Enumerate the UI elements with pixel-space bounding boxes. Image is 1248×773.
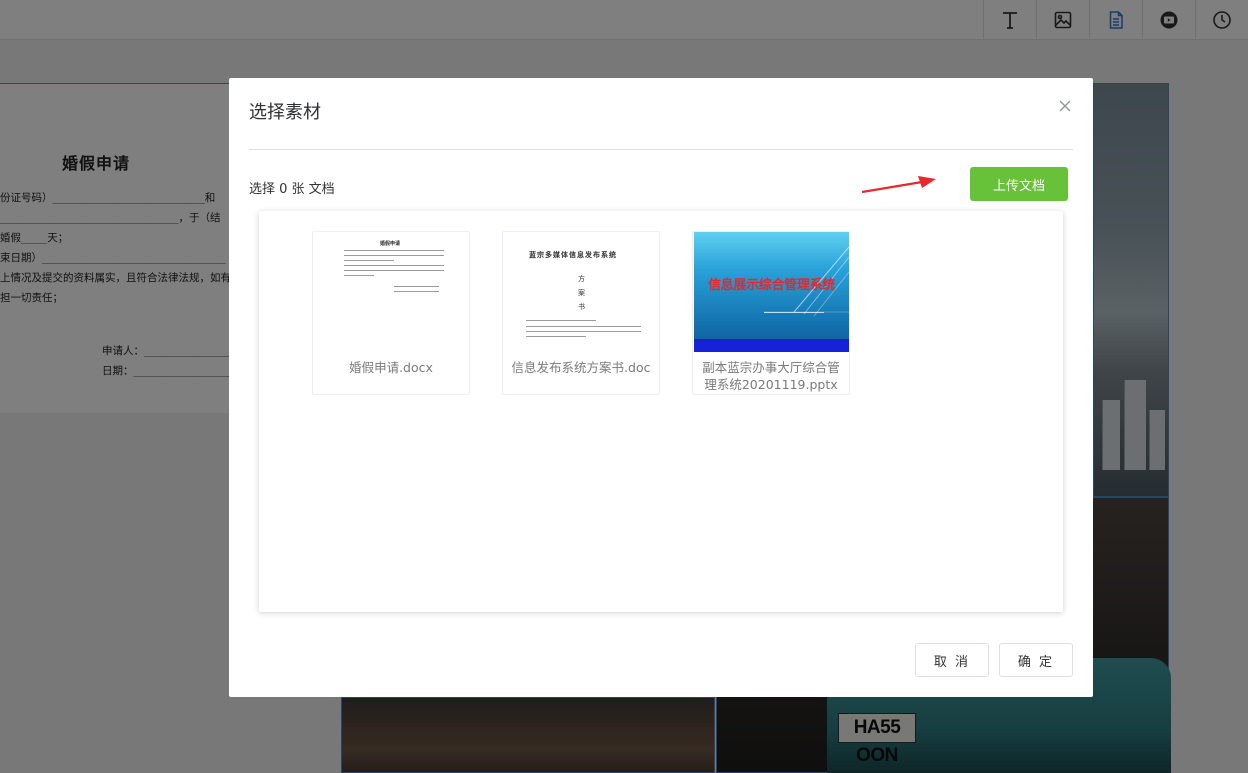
file-name: 副本蓝宗办事大厅综合管理系统20201119.pptx	[702, 360, 840, 392]
selected-count-text: 选择 0 张 文档	[249, 182, 335, 197]
thumb-line	[344, 265, 444, 266]
confirm-button[interactable]: 确 定	[999, 643, 1073, 677]
upload-document-button[interactable]: 上传文档	[970, 167, 1068, 201]
file-list-panel: 婚假申请 婚假申请.docx 蓝宗多媒体信息发布系统 方 案 书 信息发布系统方…	[259, 211, 1063, 612]
file-thumbnail: 婚假申请	[314, 232, 469, 352]
close-button[interactable]	[1055, 96, 1075, 116]
close-icon	[1059, 100, 1071, 112]
thumb-line	[764, 312, 824, 313]
file-thumbnail: 蓝宗多媒体信息发布系统 方 案 书	[504, 232, 659, 352]
thumb-line	[394, 286, 439, 287]
thumb-line	[344, 275, 374, 276]
dialog-divider	[249, 149, 1073, 150]
thumb-char: 方	[578, 275, 585, 283]
ppt-footer-bar	[694, 339, 849, 352]
thumb-line	[394, 291, 439, 292]
cancel-button[interactable]: 取 消	[915, 643, 989, 677]
file-name: 信息发布系统方案书.doc	[511, 360, 651, 375]
arrow-annotation-icon	[861, 176, 936, 194]
thumb-char: 案	[578, 289, 585, 297]
file-card-info-system-proposal[interactable]: 蓝宗多媒体信息发布系统 方 案 书 信息发布系统方案书.doc	[502, 231, 660, 395]
file-thumbnail: 信息展示综合管理系统	[694, 232, 849, 352]
select-material-dialog: 选择素材 选择 0 张 文档 上传文档 婚假申请 婚假申请.docx 蓝宗多媒体…	[229, 78, 1093, 697]
file-card-office-hall-system[interactable]: 信息展示综合管理系统 副本蓝宗办事大厅综合管理系统20201119.pptx	[692, 231, 850, 395]
thumb-line	[344, 270, 444, 271]
thumb-title: 蓝宗多媒体信息发布系统	[529, 250, 617, 259]
file-name: 婚假申请.docx	[349, 360, 433, 375]
dialog-title: 选择素材	[249, 102, 321, 123]
file-card-marriage-leave[interactable]: 婚假申请 婚假申请.docx	[312, 231, 470, 395]
thumb-line	[344, 260, 394, 261]
ppt-thumb-title: 信息展示综合管理系统	[707, 277, 835, 292]
thumb-line	[526, 326, 641, 327]
thumb-line	[344, 250, 444, 251]
thumb-char: 书	[578, 303, 585, 311]
thumb-line	[344, 255, 444, 256]
thumb-line	[526, 331, 641, 332]
thumb-line	[526, 336, 586, 337]
thumb-line	[526, 320, 596, 321]
thumb-title: 婚假申请	[380, 241, 401, 247]
